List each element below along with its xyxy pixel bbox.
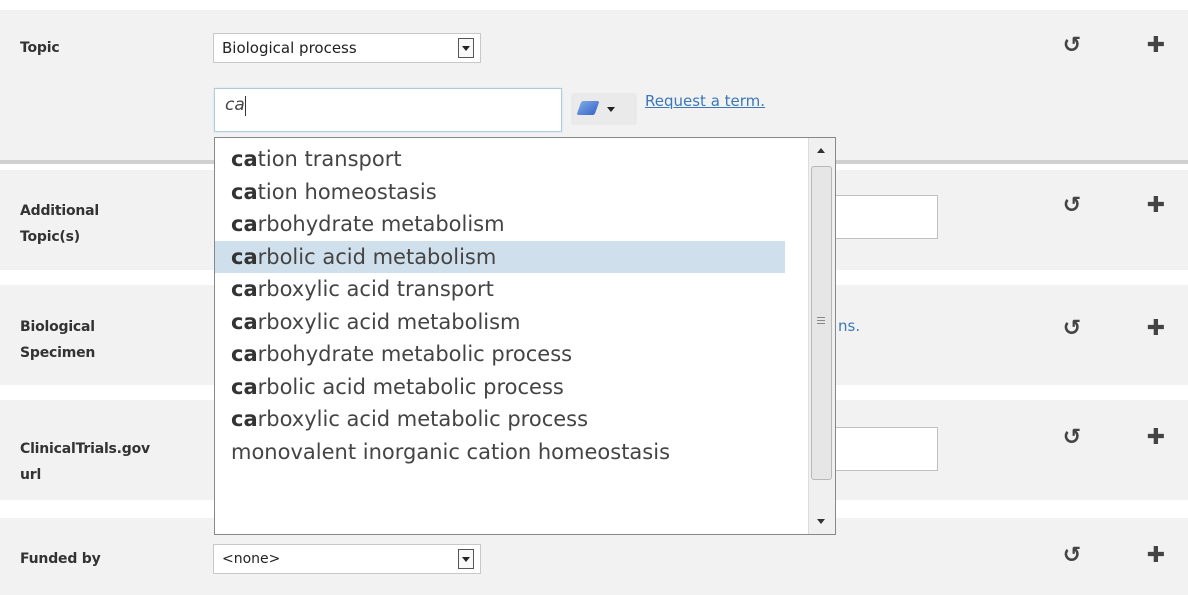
chevron-down-icon[interactable]	[458, 549, 474, 569]
label-line: Additional	[20, 203, 99, 219]
undo-icon[interactable]: ↺	[1062, 35, 1082, 57]
suggestion-item[interactable]: carboxylic acid metabolism	[215, 306, 785, 339]
suggestion-text: rboxylic acid metabolic process	[257, 407, 589, 431]
grip-icon	[817, 317, 825, 318]
plus-icon[interactable]: ✚	[1146, 545, 1166, 567]
suggestion-match: ca	[231, 147, 258, 171]
clinical-trials-url-input[interactable]	[820, 427, 938, 471]
suggestion-text: tion homeostasis	[257, 179, 437, 204]
suggestion-match: ca	[231, 212, 258, 236]
suggestion-text: rboxylic acid transport	[257, 277, 494, 301]
undo-icon[interactable]: ↺	[1062, 195, 1082, 217]
funded-by-label: Funded by	[20, 551, 101, 567]
suggestion-match: ca	[231, 309, 258, 334]
suggestion-text: monovalent inorganic cation homeostasis	[231, 439, 671, 464]
suggestion-item[interactable]: carbolic acid metabolism	[215, 240, 785, 273]
search-input-value: ca	[225, 95, 245, 115]
undo-icon[interactable]: ↺	[1062, 318, 1082, 340]
suggestion-match: ca	[231, 407, 258, 431]
scroll-up-icon[interactable]	[817, 148, 825, 153]
plus-icon[interactable]: ✚	[1146, 195, 1166, 217]
suggestion-text: rboxylic acid metabolism	[257, 309, 521, 334]
clinical-trials-label: ClinicalTrials.gov url	[20, 436, 150, 488]
topic-type-value: Biological process	[222, 39, 357, 57]
funded-by-value: <none>	[222, 551, 281, 567]
undo-icon[interactable]: ↺	[1062, 427, 1082, 449]
additional-topics-input[interactable]	[820, 195, 938, 239]
funded-by-select[interactable]: <none>	[213, 544, 481, 574]
suggestion-text: rbohydrate metabolism	[257, 212, 505, 236]
suggestion-item[interactable]: cation homeostasis	[215, 176, 785, 209]
scroll-down-icon[interactable]	[817, 519, 825, 524]
chevron-down-icon	[607, 107, 615, 112]
biological-specimen-link[interactable]: ns.	[838, 317, 860, 335]
label-line: ClinicalTrials.gov	[20, 441, 150, 457]
suggestion-match: ca	[231, 179, 258, 204]
dropdown-scrollbar[interactable]	[808, 138, 835, 534]
suggestion-match: ca	[231, 277, 258, 301]
request-term-link[interactable]: Request a term.	[645, 92, 765, 110]
autocomplete-dropdown[interactable]: cation transport cation homeostasis carboh…	[214, 137, 836, 535]
suggestion-item[interactable]: carbohydrate metabolic process	[215, 338, 785, 371]
topic-search-input[interactable]: ca	[214, 88, 562, 132]
suggestion-text: rbohydrate metabolic process	[257, 342, 573, 366]
topic-type-select[interactable]: Biological process	[213, 33, 481, 63]
suggestion-item[interactable]: carboxylic acid metabolic process	[215, 403, 785, 436]
suggestion-match: ca	[231, 342, 258, 366]
suggestion-item[interactable]: carbohydrate metabolism	[215, 208, 785, 241]
suggestion-match: ca	[231, 244, 258, 269]
plus-icon[interactable]: ✚	[1146, 35, 1166, 57]
suggestion-item[interactable]: cation transport	[215, 143, 785, 176]
label-line: Topic(s)	[20, 229, 80, 245]
label-line: Specimen	[20, 345, 96, 361]
suggestion-item[interactable]: monovalent inorganic cation homeostasis	[215, 436, 785, 469]
text-caret	[245, 96, 246, 116]
suggestion-text: rbolic acid metabolic process	[257, 374, 564, 399]
suggestion-text: tion transport	[257, 147, 402, 171]
label-line: Biological	[20, 319, 95, 335]
suggestion-match: ca	[231, 374, 258, 399]
suggestion-list: cation transport cation homeostasis carboh…	[215, 143, 785, 468]
book-icon	[576, 101, 600, 115]
scrollbar-thumb[interactable]	[811, 166, 832, 480]
undo-icon[interactable]: ↺	[1062, 545, 1082, 567]
plus-icon[interactable]: ✚	[1146, 318, 1166, 340]
additional-topics-label: Additional Topic(s)	[20, 198, 99, 250]
chevron-down-icon[interactable]	[458, 38, 474, 58]
biological-specimen-label: Biological Specimen	[20, 314, 95, 366]
suggestion-text: rbolic acid metabolism	[257, 244, 497, 269]
suggestion-item[interactable]: carboxylic acid transport	[215, 273, 785, 306]
topic-label: Topic	[20, 40, 60, 56]
suggestion-item[interactable]: carbolic acid metabolic process	[215, 371, 785, 404]
plus-icon[interactable]: ✚	[1146, 427, 1166, 449]
vocabulary-selector-button[interactable]	[571, 93, 637, 125]
label-line: url	[20, 467, 42, 483]
